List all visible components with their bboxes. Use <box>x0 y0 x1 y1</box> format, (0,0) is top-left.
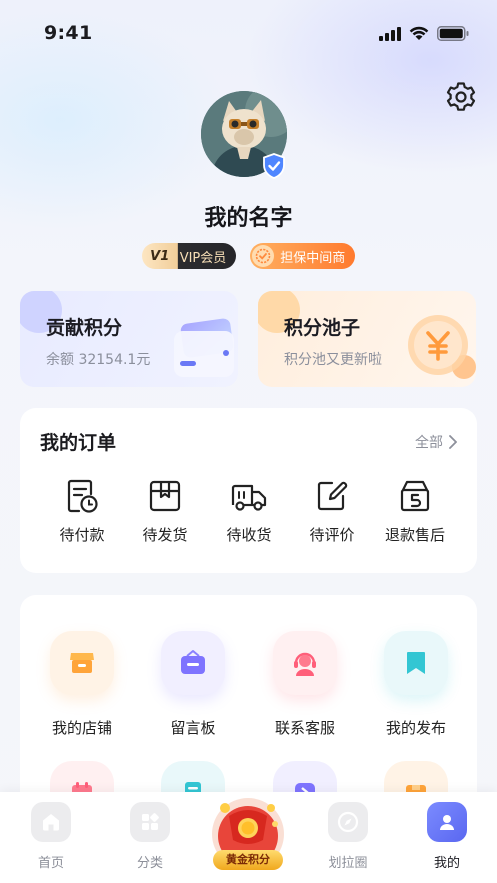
pending-receipt-icon <box>231 484 267 511</box>
points-card-title: 贡献积分 <box>46 317 123 339</box>
gold-points-label[interactable]: 黄金积分 <box>213 850 283 870</box>
refund-icon <box>400 480 430 512</box>
profile-badges: V1 VIP会员 担保中间商 <box>0 243 497 269</box>
order-refund[interactable]: 退款售后 <box>373 478 457 545</box>
service-customer-service[interactable]: 联系客服 <box>255 631 355 738</box>
pending-payment-icon <box>67 479 98 513</box>
guarantee-label: 担保中间商 <box>280 250 346 266</box>
category-icon <box>142 813 159 830</box>
order-pending-payment[interactable]: 待付款 <box>40 478 124 545</box>
vip-badge[interactable]: V1 VIP会员 <box>141 243 237 269</box>
order-pending-review[interactable]: 待评价 <box>290 478 374 545</box>
bookmark-icon <box>407 652 425 674</box>
home-icon <box>43 814 59 831</box>
points-pool-card[interactable]: 积分池子 积分池又更新啦 <box>258 291 476 387</box>
settings-button[interactable] <box>444 80 478 114</box>
yen-icon <box>408 315 476 379</box>
guarantee-badge[interactable]: 担保中间商 <box>250 243 356 269</box>
store-icon <box>70 653 94 673</box>
customer-service-icon-bg <box>273 631 337 695</box>
wifi-icon <box>409 26 429 40</box>
order-label: 待收货 <box>226 526 272 544</box>
user-name: 我的名字 <box>204 206 293 231</box>
orders-panel: 我的订单 全部 待付款 待发货 待收货 待评价 退款售后 <box>20 408 477 573</box>
order-label: 待评价 <box>309 526 355 544</box>
check-badge-icon <box>252 245 275 267</box>
service-label: 联系客服 <box>274 719 335 737</box>
service-my-store[interactable]: 我的店铺 <box>32 631 132 738</box>
service-label: 留言板 <box>170 719 216 737</box>
compass-icon-bg <box>328 802 368 842</box>
tab-label: 分类 <box>136 856 163 871</box>
verified-badge <box>262 153 286 179</box>
tab-circle[interactable]: 划拉圈 <box>308 802 388 871</box>
status-time: 9:41 <box>44 22 93 44</box>
order-label: 待付款 <box>59 526 105 544</box>
orders-title: 我的订单 <box>40 432 117 454</box>
signal-icon <box>379 26 401 41</box>
pool-card-subtitle: 积分池又更新啦 <box>284 352 382 368</box>
service-label: 我的发布 <box>385 719 446 737</box>
order-label: 退款售后 <box>384 526 445 544</box>
tab-home[interactable]: 首页 <box>11 802 91 871</box>
category-icon-bg <box>130 802 170 842</box>
tab-category[interactable]: 分类 <box>110 802 190 871</box>
chevron-right-icon <box>449 435 457 449</box>
service-message-board[interactable]: 留言板 <box>143 631 243 738</box>
status-bar: 9:41 <box>0 18 497 52</box>
wallet-icon <box>174 318 234 377</box>
contribution-points-card[interactable]: 贡献积分 余额 32154.1元 <box>20 291 238 387</box>
compass-icon <box>337 811 359 833</box>
profile-icon-bg <box>427 802 467 842</box>
tab-label: 我的 <box>433 856 460 871</box>
vip-level: V1 <box>150 248 170 264</box>
order-pending-receipt[interactable]: 待收货 <box>207 478 291 545</box>
status-icons <box>379 26 469 41</box>
service-my-posts[interactable]: 我的发布 <box>366 631 466 738</box>
profile-icon <box>440 815 454 830</box>
shield-check-icon <box>263 153 285 179</box>
home-icon-bg <box>31 802 71 842</box>
message-board-icon-bg <box>161 631 225 695</box>
points-card-balance: 余额 32154.1元 <box>46 352 151 368</box>
store-icon-bg <box>50 631 114 695</box>
tab-label: 划拉圈 <box>328 856 368 871</box>
pending-review-icon <box>317 481 348 511</box>
service-label: 我的店铺 <box>51 719 112 737</box>
order-label: 待发货 <box>142 526 188 544</box>
view-all-label: 全部 <box>415 435 443 451</box>
tab-label: 首页 <box>37 856 64 871</box>
tab-me[interactable]: 我的 <box>407 802 487 871</box>
bookmark-icon-bg <box>384 631 448 695</box>
battery-icon <box>437 26 469 41</box>
customer-service-icon <box>294 652 316 676</box>
order-pending-shipment[interactable]: 待发货 <box>123 478 207 545</box>
message-board-icon <box>181 650 205 674</box>
orders-view-all[interactable]: 全部 <box>415 432 457 452</box>
gear-icon <box>446 82 476 111</box>
vip-label: VIP会员 <box>179 250 227 266</box>
pool-card-title: 积分池子 <box>284 317 361 339</box>
pending-shipment-icon <box>149 480 181 512</box>
